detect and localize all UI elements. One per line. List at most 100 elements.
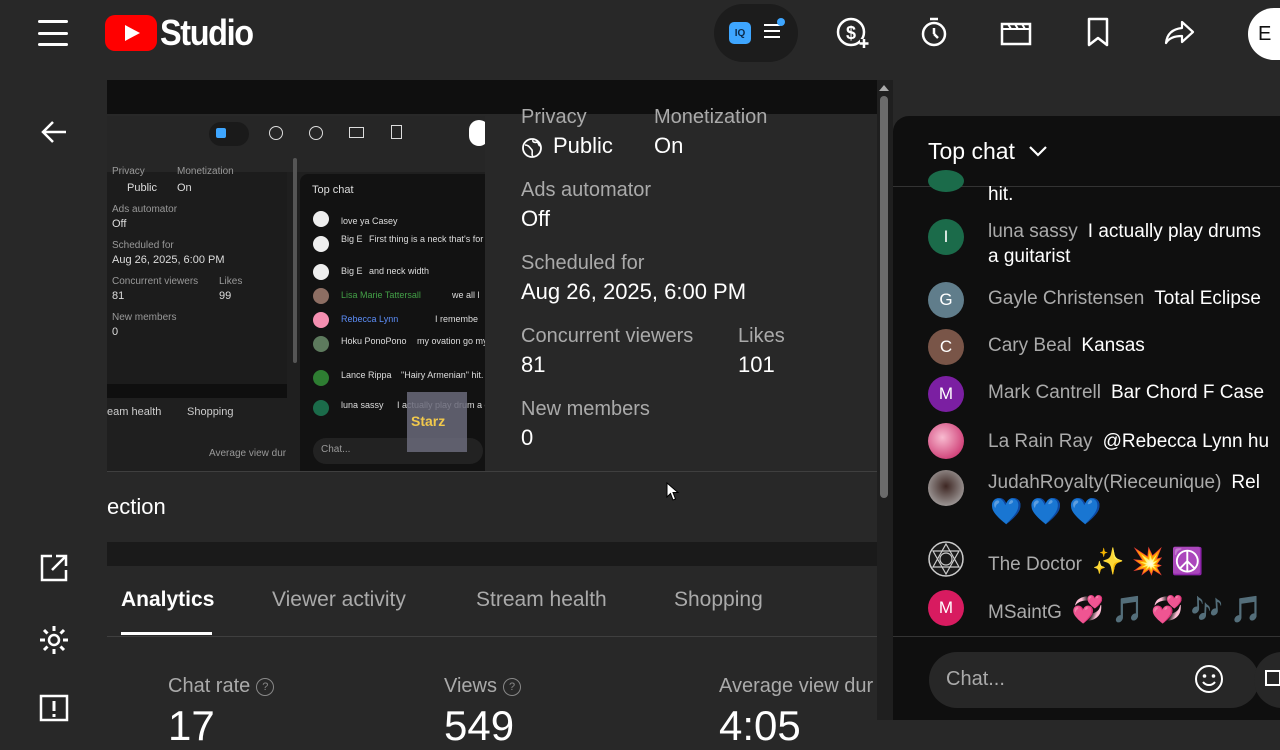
chat-author[interactable]: La Rain Ray xyxy=(988,431,1093,452)
average-view-duration-label: Average view dur xyxy=(719,675,874,697)
avatar[interactable] xyxy=(928,541,964,577)
chat-rate-value: 17 xyxy=(168,702,215,749)
timer-icon[interactable] xyxy=(916,14,952,50)
menu-icon[interactable] xyxy=(38,20,68,46)
privacy-label: Privacy xyxy=(521,106,587,128)
new-members-label: New members xyxy=(521,398,650,420)
concurrent-viewers-label: Concurrent viewers xyxy=(521,325,694,347)
tab-shopping[interactable]: Shopping xyxy=(674,588,763,612)
back-arrow-icon[interactable] xyxy=(36,114,72,150)
scheduled-label: Scheduled for xyxy=(521,252,645,274)
mini-chat-line: and neck width xyxy=(369,266,430,276)
concurrent-viewers-value: 81 xyxy=(521,352,546,377)
list-icon xyxy=(764,24,780,38)
chevron-down-icon[interactable] xyxy=(1028,144,1048,158)
mini-likes-value: 99 xyxy=(219,290,232,302)
monetization-icon[interactable]: $ xyxy=(834,14,870,50)
chat-message-continued: 💙 💙 💙 xyxy=(990,496,1102,526)
mini-viewers-label: Concurrent viewers xyxy=(112,276,199,287)
mini-chat-author: Rebecca Lynn xyxy=(341,314,399,324)
stream-preview-thumbnail[interactable]: Privacy Monetization Public On Ads autom… xyxy=(107,116,485,471)
chat-message: MSaintG 💞 🎵 💞 🎶 🎵 xyxy=(988,594,1263,625)
mini-ads-label: Ads automator xyxy=(112,204,178,215)
tab-viewer-activity[interactable]: Viewer activity xyxy=(272,588,406,612)
mini-chat-author: Big E xyxy=(341,234,363,244)
bookmark-icon[interactable] xyxy=(1080,14,1116,50)
avatar[interactable]: M xyxy=(928,590,964,626)
mini-tab-shopping: Shopping xyxy=(187,406,234,418)
scheduled-value: Aug 26, 2025, 6:00 PM xyxy=(521,279,747,304)
chat-author[interactable]: The Doctor xyxy=(988,554,1082,575)
chat-message-text: hit. xyxy=(988,184,1014,205)
chat-message: luna sassy I actually play drums xyxy=(988,221,1261,243)
globe-icon xyxy=(522,138,542,158)
clapperboard-icon[interactable] xyxy=(998,14,1034,50)
avatar[interactable] xyxy=(928,170,964,192)
chat-author[interactable]: Gayle Christensen xyxy=(988,288,1144,309)
chat-rate-label-text: Chat rate xyxy=(168,675,251,697)
chat-author[interactable]: luna sassy xyxy=(988,221,1078,242)
active-tab-indicator xyxy=(121,632,212,635)
chat-message: The Doctor ✨ 💥 ☮️ xyxy=(988,546,1204,577)
chat-message-text: Rel xyxy=(1231,472,1260,493)
chat-message-text: 💞 🎵 💞 🎶 🎵 xyxy=(1071,594,1263,624)
svg-text:$: $ xyxy=(846,23,856,43)
section-title: ection xyxy=(107,494,166,519)
scroll-up-arrow-icon[interactable] xyxy=(878,84,890,92)
chat-author[interactable]: Mark Cantrell xyxy=(988,382,1101,403)
live-chat-panel xyxy=(893,116,1280,720)
chat-author[interactable]: JudahRoyalty(Rieceunique) xyxy=(988,472,1221,493)
notification-dot xyxy=(777,18,785,26)
avatar[interactable]: G xyxy=(928,282,964,318)
feedback-icon[interactable] xyxy=(36,692,72,728)
ads-automator-label: Ads automator xyxy=(521,179,652,201)
chat-message-text: Kansas xyxy=(1081,335,1145,356)
tab-stream-health[interactable]: Stream health xyxy=(476,588,607,612)
mini-members-value: 0 xyxy=(112,326,119,338)
mini-chat-author: Big E xyxy=(341,266,363,276)
mini-chat-line: First thing is a neck that's for that pa… xyxy=(369,234,485,244)
chat-message-text: ✨ 💥 ☮️ xyxy=(1091,546,1204,576)
mini-chat-line: "Hairy Armenian" hit. xyxy=(401,370,484,380)
mini-scheduled-label: Scheduled for xyxy=(112,240,174,251)
mini-chat-author: Hoku PonoPono xyxy=(341,336,407,346)
help-icon[interactable]: ? xyxy=(256,677,275,696)
external-link-icon[interactable] xyxy=(36,550,72,586)
iq-toggle-button[interactable] xyxy=(714,4,798,62)
app-name[interactable]: Studio xyxy=(160,12,254,54)
mini-ads-value: Off xyxy=(112,218,127,230)
youtube-logo-icon[interactable] xyxy=(105,15,157,51)
settings-gear-icon[interactable] xyxy=(36,622,72,658)
chat-message-continued: a guitarist xyxy=(988,246,1071,267)
avatar[interactable]: M xyxy=(928,376,964,412)
tab-analytics[interactable]: Analytics xyxy=(121,588,214,612)
avatar[interactable] xyxy=(928,470,964,506)
share-icon[interactable] xyxy=(1162,14,1198,50)
help-icon[interactable]: ? xyxy=(503,677,521,696)
chat-author[interactable]: Cary Beal xyxy=(988,335,1071,356)
iq-icon: IQ xyxy=(729,22,751,44)
mini-chat-line: I remembe xyxy=(435,314,479,324)
mini-tab-stream: eam health xyxy=(107,406,162,418)
top-chat-dropdown[interactable]: Top chat xyxy=(928,138,1015,165)
likes-label: Likes xyxy=(738,325,785,347)
mini-monetization-value: On xyxy=(177,182,192,194)
mini-chat-line: we all l xyxy=(452,290,480,300)
mini-privacy-label: Privacy xyxy=(112,166,145,177)
emoji-icon[interactable] xyxy=(1193,663,1225,695)
monetization-value: On xyxy=(654,133,684,158)
avatar[interactable]: I xyxy=(928,219,964,255)
mini-viewers-value: 81 xyxy=(112,290,125,302)
chat-message-text: Bar Chord F Case xyxy=(1110,382,1265,403)
chat-author[interactable]: MSaintG xyxy=(988,602,1062,623)
avatar[interactable] xyxy=(928,423,964,459)
avatar[interactable]: C xyxy=(928,329,964,365)
monetization-label: Monetization xyxy=(654,106,768,128)
sticker-text: Starz xyxy=(411,413,446,429)
new-members-value: 0 xyxy=(521,425,534,450)
chat-rate-label: Chat rate? xyxy=(168,675,275,698)
mini-privacy-value: Public xyxy=(127,182,157,194)
chat-message: Gayle Christensen Total Eclipse xyxy=(988,288,1261,310)
scrollbar-thumb[interactable] xyxy=(880,96,888,498)
mini-scheduled-value: Aug 26, 2025, 6:00 PM xyxy=(112,254,225,266)
